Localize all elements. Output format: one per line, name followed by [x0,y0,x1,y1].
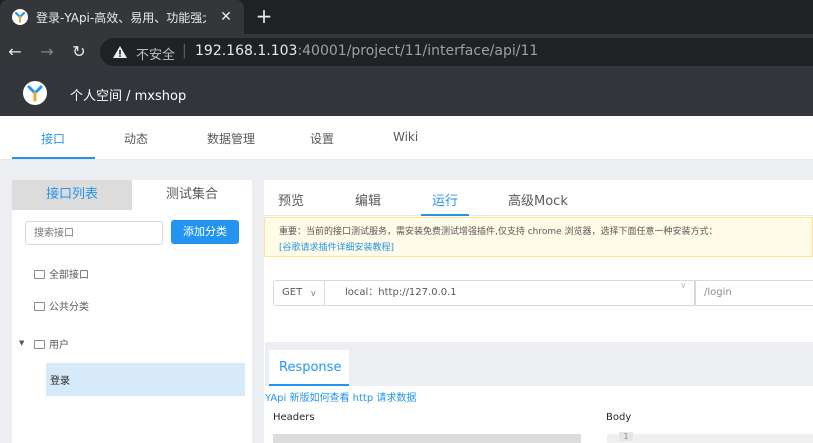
headers-label: Headers [273,412,315,423]
browser-address-bar: ← → ↻ 不安全 | 192.168.1.103:40001/project/… [0,34,813,70]
browser-tab[interactable]: 登录-YApi-高效、易用、功能强大 ✕ [0,0,244,34]
tree-item-all[interactable]: 全部接口 [34,266,89,281]
new-tab-icon[interactable]: + [253,5,275,27]
sidebar-tabs: 接口列表 测试集合 [12,180,252,210]
chevron-down-icon: ∨ [310,289,317,299]
method-select[interactable]: GET ∨ [273,280,325,306]
url-host: 192.168.1.103 [195,43,298,59]
reload-icon[interactable]: ↻ [68,41,90,63]
request-row: GET ∨ local：http://127.0.0.1 ∨ /login [273,280,813,306]
tree-item-label: 用户 [49,340,69,351]
tab-test-collection[interactable]: 测试集合 [132,180,252,210]
method-value: GET [282,287,303,298]
tree-item-login-selected[interactable]: 登录 [46,363,245,396]
response-section: Response YApi 新版如何查看 http 请求数据 Headers B… [265,342,813,443]
path-input[interactable]: /login [695,280,813,306]
tree-item-label: 公共分类 [49,302,89,313]
forward-icon[interactable]: → [36,41,58,63]
tree-item-public[interactable]: 公共分类 [34,298,89,313]
browser-tab-title: 登录-YApi-高效、易用、功能强大 [36,11,206,25]
tab-close-icon[interactable]: ✕ [218,9,234,25]
tab-advanced-mock[interactable]: 高级Mock [508,190,568,209]
add-category-button[interactable]: 添加分类 [171,220,239,244]
notice-text: 重要：当前的接口测试服务，需安装免费测试增强插件,仅支持 chrome 浏览器，… [279,227,718,237]
tab-run[interactable]: 运行 [432,190,458,209]
subnav-tab-activity[interactable]: 动态 [124,130,148,147]
back-icon[interactable]: ← [4,41,26,63]
http-data-help-link[interactable]: YApi 新版如何查看 http 请求数据 [265,389,416,404]
headers-editor[interactable] [273,434,581,443]
tab-edit[interactable]: 编辑 [355,190,381,209]
breadcrumb[interactable]: 个人空间 / mxshop [70,85,186,104]
url-text[interactable]: 192.168.1.103:40001/project/11/interface… [195,43,538,59]
search-input[interactable] [25,221,163,245]
line-number: 1 [619,432,633,441]
subnav-tab-interface[interactable]: 接口 [41,130,65,147]
project-subnav: 接口 动态 数据管理 设置 Wiki [0,116,813,160]
response-tab-strip: Response [265,342,813,386]
folder-icon [34,302,45,311]
url-omnibox[interactable]: 不安全 | 192.168.1.103:40001/project/11/int… [100,38,813,66]
interface-sidebar: 接口列表 测试集合 添加分类 全部接口 公共分类 ▼ 用户 登录 [12,180,252,443]
tree-item-user[interactable]: 用户 [34,336,69,351]
host-value: local：http://127.0.0.1 [345,287,457,298]
response-tab-indicator [269,384,349,386]
app-header: 个人空间 / mxshop [0,70,813,116]
run-tab-active-indicator [421,214,469,216]
url-separator: | [182,43,187,59]
subnav-active-indicator [12,157,95,159]
body-label: Body [606,412,632,423]
yapi-favicon-icon [12,9,28,25]
tab-preview[interactable]: 预览 [278,190,304,209]
folder-icon [34,270,45,279]
tree-item-label: 全部接口 [49,270,89,281]
subnav-tab-wiki[interactable]: Wiki [393,130,418,144]
response-tab[interactable]: Response [269,350,349,386]
warning-icon [113,46,127,58]
subnav-tab-settings[interactable]: 设置 [310,130,334,147]
chevron-down-icon: ∨ [680,281,687,291]
expand-caret-icon[interactable]: ▼ [19,339,24,347]
interface-detail-panel: 预览 编辑 运行 高级Mock 重要：当前的接口测试服务，需安装免费测试增强插件… [264,180,813,443]
plugin-install-link[interactable]: [谷歌请求插件详细安装教程] [279,240,394,253]
yapi-logo-icon[interactable] [23,81,47,105]
subnav-tab-data[interactable]: 数据管理 [207,130,255,147]
browser-tab-bar: 登录-YApi-高效、易用、功能强大 ✕ + [0,0,813,34]
folder-open-icon [34,340,45,349]
tree-item-label: 登录 [50,376,70,387]
body-editor[interactable]: 1 [607,432,813,443]
tab-interface-list[interactable]: 接口列表 [12,180,132,210]
plugin-notice: 重要：当前的接口测试服务，需安装免费测试增强插件,仅支持 chrome 浏览器，… [264,217,813,257]
not-secure-label: 不安全 [136,48,176,63]
url-path: :40001/project/11/interface/api/11 [297,43,539,59]
host-select[interactable]: local：http://127.0.0.1 [325,280,695,306]
tabs-divider [264,215,813,216]
